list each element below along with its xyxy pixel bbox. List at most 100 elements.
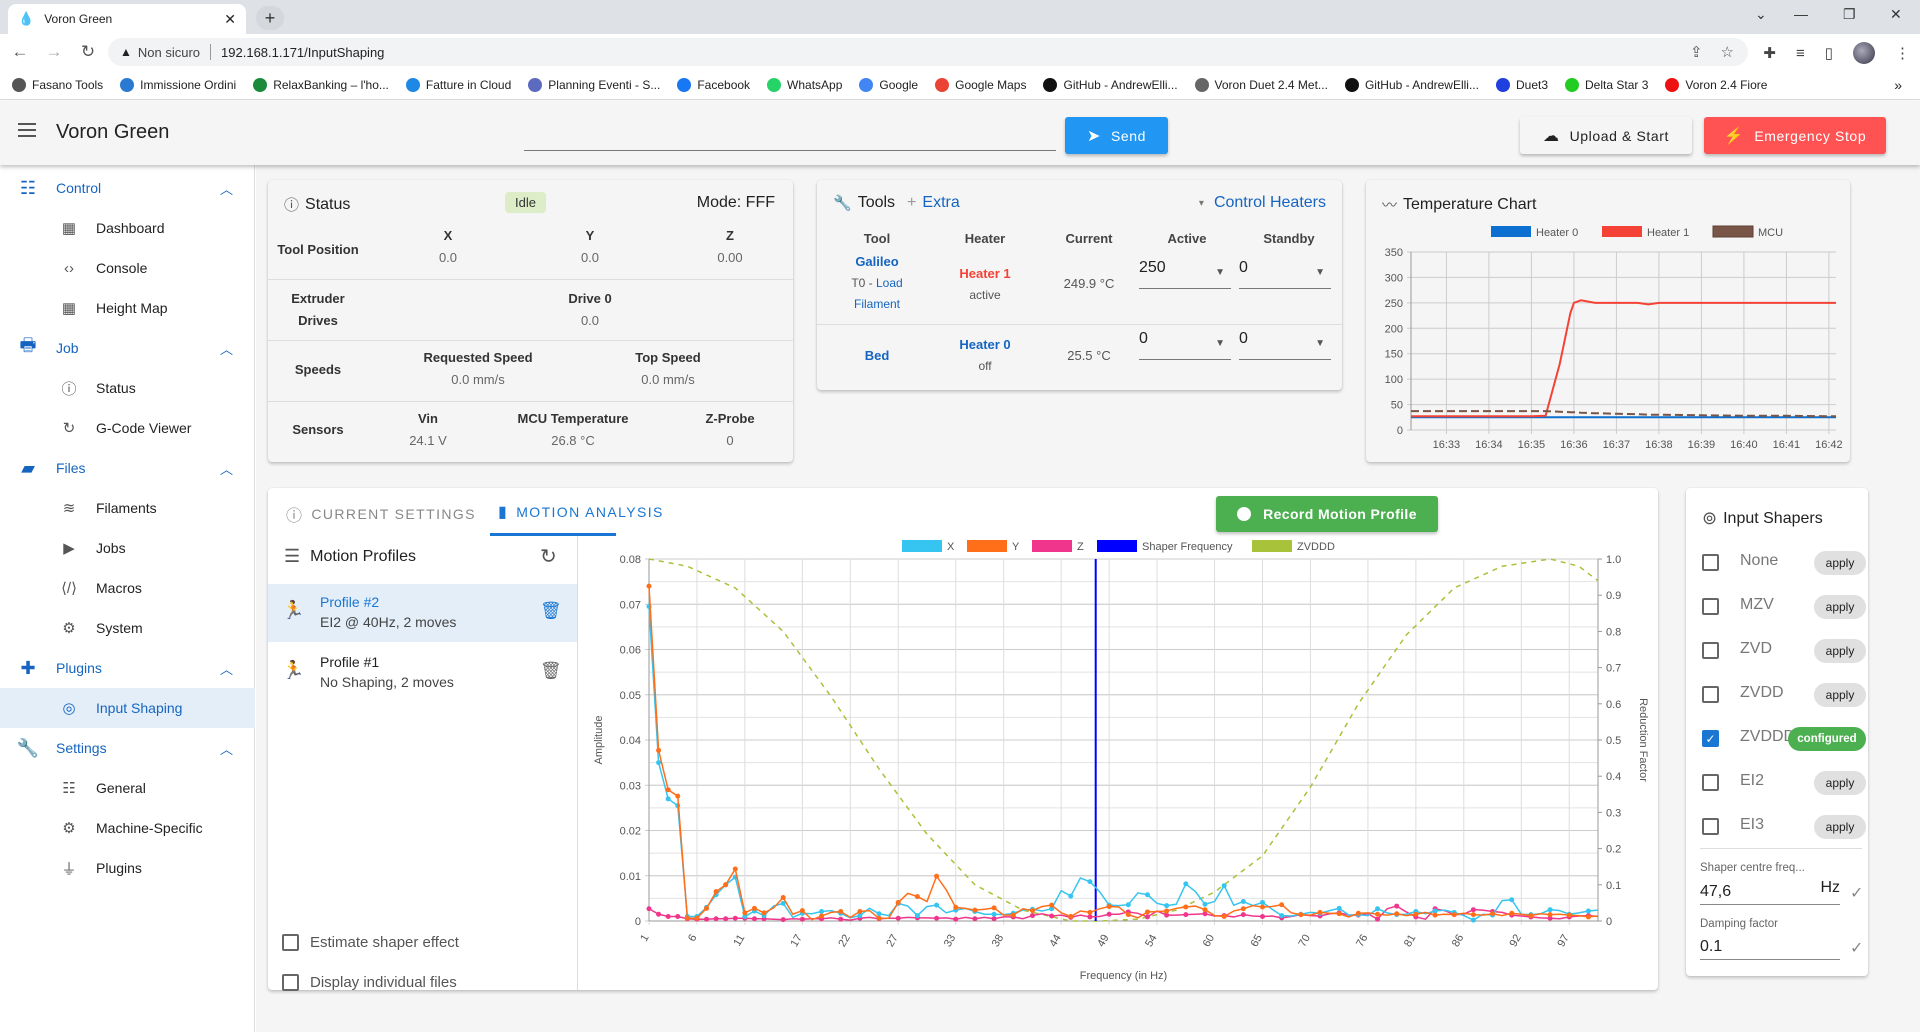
checkbox[interactable] <box>1702 554 1719 571</box>
more-bookmarks-icon[interactable]: » <box>1894 77 1902 93</box>
close-tab-icon[interactable]: ✕ <box>224 11 236 28</box>
bookmark-item[interactable]: Facebook <box>677 77 750 92</box>
share-icon[interactable]: ⇪ <box>1690 43 1703 61</box>
gcode-command-input[interactable] <box>524 121 1056 151</box>
extensions-icon[interactable]: ✚ <box>1763 44 1776 62</box>
close-window-icon[interactable]: ✕ <box>1890 6 1902 23</box>
delete-icon[interactable]: 🗑 <box>540 601 562 621</box>
heater-1-active-select[interactable]: 250 ▼ <box>1139 259 1231 289</box>
apply-button[interactable]: apply <box>1814 639 1866 663</box>
sidebar-item-height-map[interactable]: ▦ Height Map <box>0 288 255 328</box>
bookmark-item[interactable]: RelaxBanking – l'ho... <box>253 77 389 92</box>
checkbox[interactable] <box>1702 818 1719 835</box>
sidebar-item-dashboard[interactable]: ▦ Dashboard <box>0 208 255 248</box>
bookmark-item[interactable]: GitHub - AndrewElli... <box>1344 77 1479 92</box>
bookmark-item[interactable]: Planning Eventi - S... <box>528 77 660 92</box>
profile-list-item[interactable]: 🏃 Profile #1 No Shaping, 2 moves 🗑 <box>268 644 577 702</box>
heater-1-standby-select[interactable]: 0 ▼ <box>1239 259 1331 289</box>
option-display-individual-files[interactable]: Display individual files <box>282 972 562 996</box>
sidebar-item-filaments[interactable]: ≋ Filaments <box>0 488 255 528</box>
profile-list-item[interactable]: 🏃 Profile #2 EI2 @ 40Hz, 2 moves 🗑 <box>268 584 577 642</box>
checkbox[interactable] <box>1702 774 1719 791</box>
damping-factor-input[interactable]: 0.1 <box>1700 932 1840 960</box>
sidebar-item-plugins[interactable]: ⏚ Plugins <box>0 848 255 888</box>
url-text[interactable]: 192.168.1.171/InputShaping <box>221 45 384 60</box>
shaper-option-ei2[interactable]: EI2 apply <box>1700 768 1866 798</box>
shaper-option-none[interactable]: None apply <box>1700 548 1866 578</box>
apply-frequency-check-icon[interactable]: ✓ <box>1850 883 1863 903</box>
checkbox[interactable] <box>1702 598 1719 615</box>
apply-button[interactable]: apply <box>1814 815 1866 839</box>
bookmark-item[interactable]: Delta Star 3 <box>1565 77 1648 92</box>
bed-standby-select[interactable]: 0 ▼ <box>1239 330 1331 360</box>
sidebar-item-macros[interactable]: ⟨/⟩ Macros <box>0 568 255 608</box>
record-motion-profile-button[interactable]: Record Motion Profile <box>1216 496 1438 532</box>
new-tab-button[interactable]: + <box>256 6 284 30</box>
reload-icon[interactable]: ↻ <box>74 42 102 62</box>
refresh-icon[interactable]: ↻ <box>540 544 557 569</box>
upload-start-button[interactable]: ☁ Upload & Start <box>1520 117 1692 154</box>
chevron-up-icon[interactable]: ︿ <box>220 659 233 678</box>
bookmark-item[interactable]: Fatture in Cloud <box>405 77 511 92</box>
bookmark-item[interactable]: Google <box>859 77 918 92</box>
sidebar-item-jobs[interactable]: ▶ Jobs <box>0 528 255 568</box>
profile-avatar[interactable] <box>1853 42 1875 64</box>
sidebar-group-control[interactable]: ☷ Control ︿ <box>0 168 255 208</box>
heater-1-link[interactable]: Heater 1 <box>935 266 1035 281</box>
sidebar-group-files[interactable]: ▰ Files ︿ <box>0 448 255 488</box>
restore-icon[interactable]: ❐ <box>1843 6 1856 23</box>
bookmark-item[interactable]: Google Maps <box>935 77 1026 92</box>
sidebar-item-input-shaping[interactable]: ◎ Input Shaping <box>0 688 255 728</box>
apply-button[interactable]: apply <box>1814 771 1866 795</box>
extra-link[interactable]: Extra <box>922 194 959 212</box>
bookmark-item[interactable]: GitHub - AndrewElli... <box>1043 77 1178 92</box>
back-icon[interactable]: ← <box>6 42 34 62</box>
forward-icon[interactable]: → <box>40 42 68 62</box>
side-panel-icon[interactable]: ▯ <box>1825 44 1833 62</box>
chevron-up-icon[interactable]: ︿ <box>220 739 233 758</box>
tab-current-settings[interactable]: ⓘ CURRENT SETTINGS <box>286 502 476 526</box>
bookmark-item[interactable]: Voron 2.4 Fiore <box>1665 77 1767 92</box>
menu-dots-icon[interactable]: ⋮ <box>1895 44 1910 62</box>
star-icon[interactable]: ☆ <box>1721 43 1734 61</box>
bed-link[interactable]: Bed <box>832 348 922 363</box>
shaper-option-zvddd[interactable]: ✓ ZVDDD configured <box>1700 724 1866 754</box>
send-button[interactable]: ➤ Send <box>1065 117 1168 154</box>
apply-button[interactable]: apply <box>1814 595 1866 619</box>
tool-name-link[interactable]: Galileo <box>832 254 922 269</box>
apply-button[interactable]: apply <box>1814 551 1866 575</box>
shaper-frequency-input[interactable]: 47,6 Hz <box>1700 877 1840 905</box>
checkbox[interactable]: ✓ <box>1702 730 1719 747</box>
bookmark-item[interactable]: Immissione Ordini <box>120 77 236 92</box>
shaper-option-zvd[interactable]: ZVD apply <box>1700 636 1866 666</box>
delete-icon[interactable]: 🗑 <box>540 661 562 681</box>
bookmark-item[interactable]: Voron Duet 2.4 Met... <box>1194 77 1328 92</box>
apply-button[interactable]: apply <box>1814 683 1866 707</box>
checkbox[interactable] <box>282 934 299 951</box>
bed-active-select[interactable]: 0 ▼ <box>1139 330 1231 360</box>
bookmark-item[interactable]: WhatsApp <box>767 77 842 92</box>
url-bar[interactable]: ▲ Non sicuro 192.168.1.171/InputShaping … <box>108 38 1748 66</box>
sidebar-item-console[interactable]: ‹› Console <box>0 248 255 288</box>
sidebar-item-machine-specific[interactable]: ⚙ Machine-Specific <box>0 808 255 848</box>
tab-motion-analysis[interactable]: ▮ MOTION ANALYSIS <box>498 502 664 522</box>
shaper-option-zvdd[interactable]: ZVDD apply <box>1700 680 1866 710</box>
reading-list-icon[interactable]: ≡ <box>1796 45 1805 62</box>
option-estimate-shaper-effect[interactable]: Estimate shaper effect <box>282 932 562 956</box>
sidebar-item-general[interactable]: ☷ General <box>0 768 255 808</box>
minimize-icon[interactable]: — <box>1794 6 1808 22</box>
bookmark-item[interactable]: Duet3 <box>1495 77 1548 92</box>
shaper-option-mzv[interactable]: MZV apply <box>1700 592 1866 622</box>
sidebar-group-settings[interactable]: 🔧 Settings ︿ <box>0 728 255 768</box>
sidebar-item-system[interactable]: ⚙ System <box>0 608 255 648</box>
checkbox[interactable] <box>282 974 299 991</box>
heater-0-link[interactable]: Heater 0 <box>935 337 1035 352</box>
emergency-stop-button[interactable]: ⚡ Emergency Stop <box>1704 117 1886 154</box>
tab-search-icon[interactable]: ⌄ <box>1755 6 1767 23</box>
apply-damping-check-icon[interactable]: ✓ <box>1850 938 1863 958</box>
sidebar-group-job[interactable]: 🖶 Job ︿ <box>0 328 255 368</box>
shaper-option-ei3[interactable]: EI3 apply <box>1700 812 1866 842</box>
checkbox[interactable] <box>1702 686 1719 703</box>
chevron-up-icon[interactable]: ︿ <box>220 179 233 198</box>
chevron-up-icon[interactable]: ︿ <box>220 339 233 358</box>
